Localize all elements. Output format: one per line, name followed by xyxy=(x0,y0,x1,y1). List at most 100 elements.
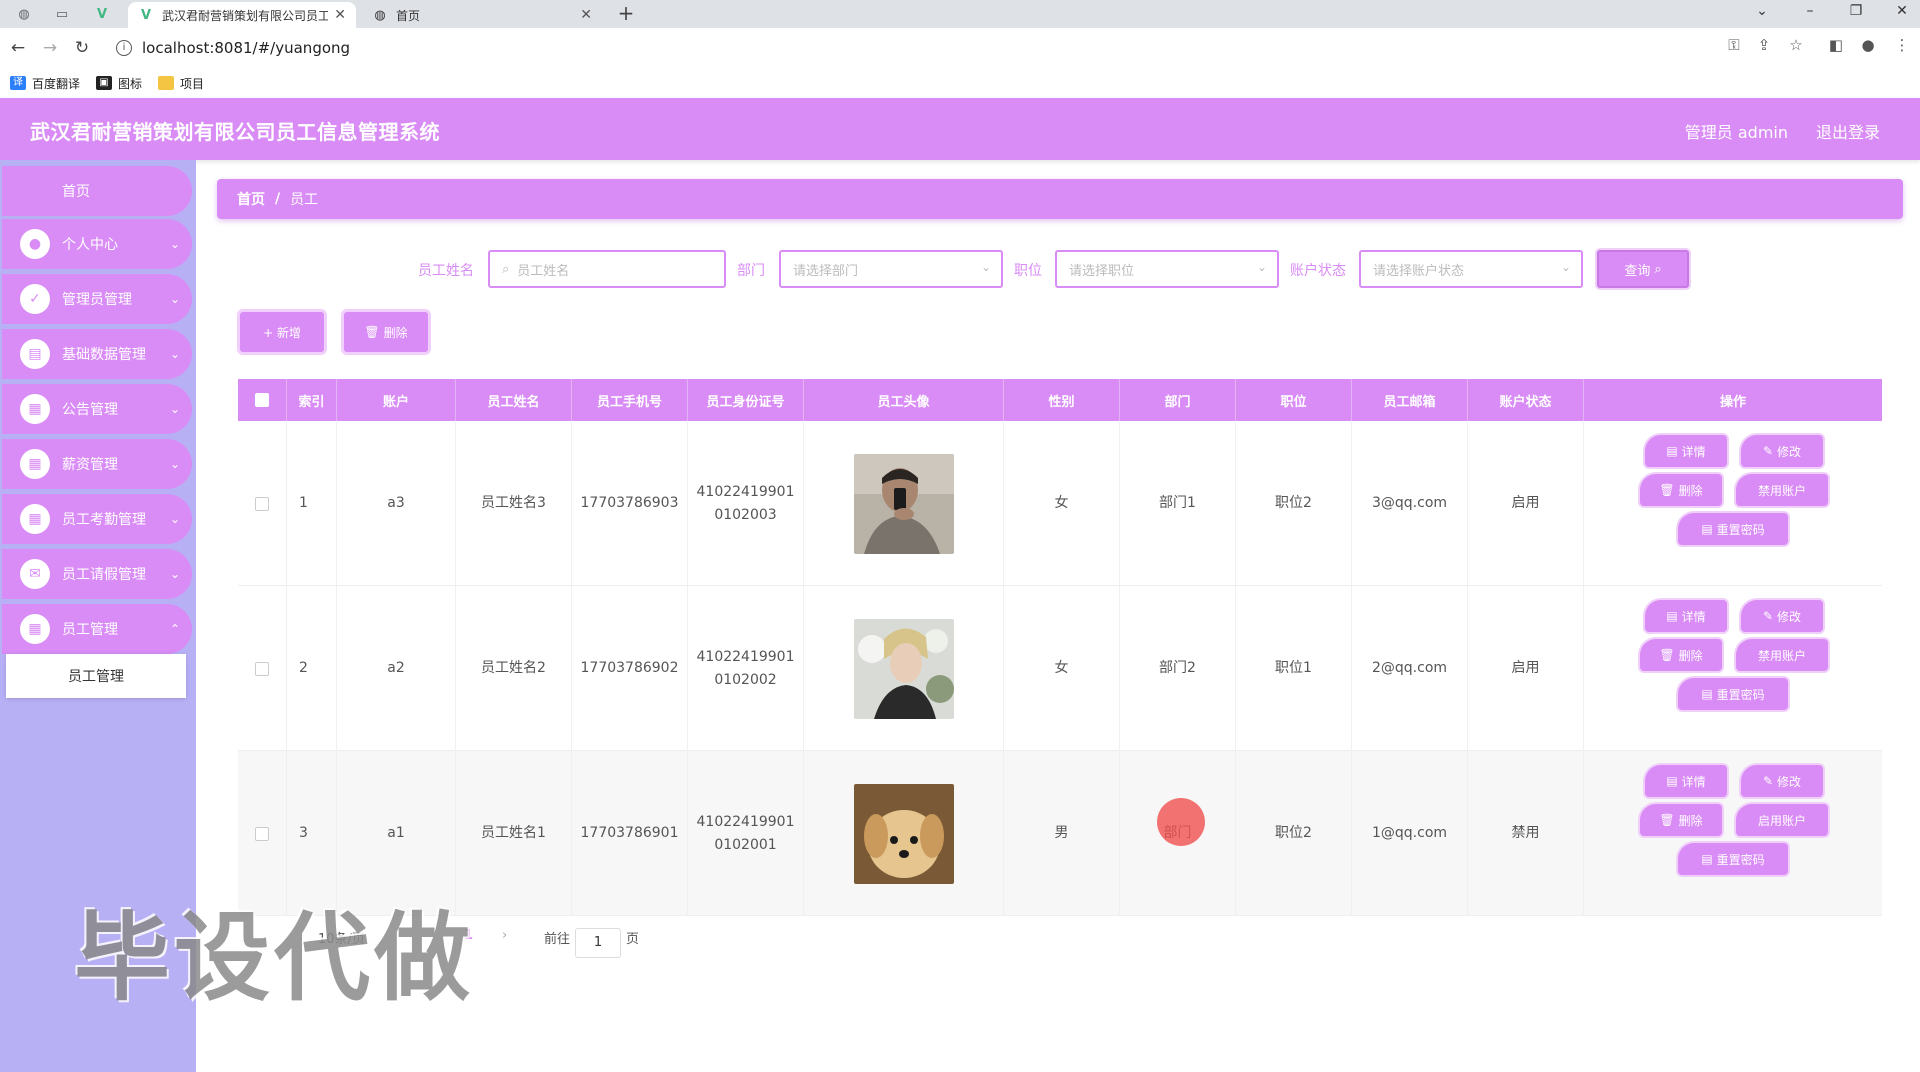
reset-password-button[interactable]: ▤ 重置密码 xyxy=(1678,678,1788,710)
trash-icon: 🗑 xyxy=(364,325,380,339)
sidebar-item-salary[interactable]: ▦ 薪资管理 ⌄ xyxy=(2,439,192,489)
goto-label: 前往 xyxy=(544,932,571,947)
new-tab-button[interactable]: + xyxy=(614,2,638,26)
delete-button[interactable]: 🗑 删除 xyxy=(1640,474,1722,506)
delete-button[interactable]: 🗑 删除 xyxy=(1640,639,1722,671)
sidebar-item-employee[interactable]: ▦ 员工管理 ⌃ xyxy=(2,604,192,654)
close-icon[interactable]: ✕ xyxy=(580,7,592,23)
close-icon[interactable]: ✕ xyxy=(334,7,346,23)
grid-icon: ▦ xyxy=(20,394,50,424)
select-all-checkbox[interactable] xyxy=(255,393,269,407)
key-icon[interactable]: ⚿ xyxy=(1722,36,1746,54)
cell-gender: 女 xyxy=(1004,586,1120,751)
cell-dept: 部门2 xyxy=(1120,586,1236,751)
sidebar-item-home[interactable]: 首页 xyxy=(2,166,192,216)
sidebar-subitem-employee[interactable]: 员工管理 xyxy=(6,654,186,698)
folder-icon xyxy=(158,76,175,90)
sidebar-item-leave[interactable]: ✉ 员工请假管理 ⌄ xyxy=(2,549,192,599)
chevron-down-icon: ⌄ xyxy=(169,567,180,581)
star-icon[interactable]: ☆ xyxy=(1784,36,1808,54)
dept-select[interactable]: 请选择部门 ⌄ xyxy=(779,250,1003,288)
row-checkbox[interactable] xyxy=(255,661,269,676)
detail-button[interactable]: ▤ 详情 xyxy=(1645,600,1727,632)
avatar xyxy=(853,783,954,884)
logout-link[interactable]: 退出登录 xyxy=(1816,119,1880,143)
col-index: 索引 xyxy=(287,379,337,421)
cell-dept: 部门1 xyxy=(1120,421,1236,586)
cell-avatar xyxy=(804,586,1004,751)
sidebar-item-attendance[interactable]: ▦ 员工考勤管理 ⌄ xyxy=(2,494,192,544)
url-field[interactable]: i localhost:8081/#/yuangong xyxy=(106,33,1736,63)
pencil-icon: ✎ xyxy=(1762,774,1774,788)
cell-position: 职位1 xyxy=(1236,586,1352,751)
sidepanel-icon[interactable]: ◧ xyxy=(1824,36,1848,54)
edit-button[interactable]: ✎ 修改 xyxy=(1741,435,1823,467)
sidebar-item-notice[interactable]: ▦ 公告管理 ⌄ xyxy=(2,384,192,434)
sidebar-item-basedata[interactable]: ▤ 基础数据管理 ⌄ xyxy=(2,329,192,379)
reload-icon[interactable]: ↻ xyxy=(70,36,94,60)
batch-delete-button[interactable]: 🗑 删除 xyxy=(344,312,428,352)
chevron-down-icon: ⌄ xyxy=(169,292,180,306)
close-window-button[interactable]: ✕ xyxy=(1882,0,1920,24)
sidebar-item-admin[interactable]: ✓ 管理员管理 ⌄ xyxy=(2,274,192,324)
name-search-input[interactable]: ⌕ 员工姓名 xyxy=(488,250,726,288)
row-checkbox[interactable] xyxy=(255,826,269,841)
back-icon[interactable]: ← xyxy=(6,36,30,60)
detail-button[interactable]: ▤ 详情 xyxy=(1645,765,1727,797)
sidebar-item-personal[interactable]: ● 个人中心 ⌄ xyxy=(2,219,192,269)
cell-idcard: 41022419901 0102003 xyxy=(688,421,804,586)
dept-label: 部门 xyxy=(737,263,765,279)
bookmark-baidu-translate[interactable]: 译 百度翻译 xyxy=(10,75,80,92)
app-header: 武汉君耐营销策划有限公司员工信息管理系统 管理员 admin 退出登录 xyxy=(0,98,1920,160)
position-select[interactable]: 请选择职位 ⌄ xyxy=(1055,250,1279,288)
col-status: 账户状态 xyxy=(1468,379,1584,421)
edit-button[interactable]: ✎ 修改 xyxy=(1741,600,1823,632)
forward-icon[interactable]: → xyxy=(38,36,62,60)
vue-logo-icon[interactable]: V xyxy=(90,4,114,24)
browser-tab-bar: ◍ ▭ V V 武汉君耐营销策划有限公司员工信 ✕ ◍ 首页 ✕ + ⌄ – ❐… xyxy=(0,0,1920,28)
chevron-down-icon: ⌄ xyxy=(980,260,991,274)
trash-icon: 🗑 xyxy=(1659,648,1675,662)
toggle-account-button[interactable]: 启用账户 xyxy=(1736,804,1828,836)
grid-icon: ▦ xyxy=(20,614,50,644)
cell-avatar xyxy=(804,751,1004,916)
menu-icon[interactable]: ⋮ xyxy=(1890,36,1914,54)
reset-password-button[interactable]: ▤ 重置密码 xyxy=(1678,843,1788,875)
edit-button[interactable]: ✎ 修改 xyxy=(1741,765,1823,797)
delete-button[interactable]: 🗑 删除 xyxy=(1640,804,1722,836)
document-icon: ▤ xyxy=(1666,609,1678,623)
bookmark-icons[interactable]: ▣ 图标 xyxy=(96,75,142,92)
admin-icon: ✓ xyxy=(20,284,50,314)
profile-icon[interactable]: ● xyxy=(1856,36,1880,54)
chevron-down-icon[interactable]: ⌄ xyxy=(1742,0,1782,24)
share-icon[interactable]: ⇪ xyxy=(1752,36,1776,54)
click-indicator xyxy=(1157,798,1205,846)
pinned-tab-icon[interactable]: ▭ xyxy=(50,4,74,24)
vue-logo-icon: V xyxy=(140,7,152,23)
bookmark-project[interactable]: 项目 xyxy=(158,75,204,92)
add-button[interactable]: + 新增 xyxy=(240,312,324,352)
minimize-button[interactable]: – xyxy=(1790,0,1830,24)
page-jump-input[interactable]: 1 xyxy=(575,928,621,958)
status-select[interactable]: 请选择账户状态 ⌄ xyxy=(1359,250,1583,288)
restore-button[interactable]: ❐ xyxy=(1836,0,1876,24)
cell-status: 启用 xyxy=(1468,586,1584,751)
cell-idcard: 41022419901 0102001 xyxy=(688,751,804,916)
cell-avatar xyxy=(804,421,1004,586)
info-icon[interactable]: i xyxy=(116,40,132,56)
next-page-icon[interactable]: › xyxy=(502,928,507,943)
globe-icon[interactable]: ◍ xyxy=(12,4,36,24)
row-checkbox-cell xyxy=(238,586,287,751)
tab-title: 武汉君耐营销策划有限公司员工信 xyxy=(162,8,329,23)
cell-idcard: 41022419901 0102002 xyxy=(688,586,804,751)
query-button[interactable]: 查询 ⌕ xyxy=(1597,250,1689,288)
toggle-account-button[interactable]: 禁用账户 xyxy=(1736,474,1828,506)
row-checkbox[interactable] xyxy=(255,496,269,511)
tab-home[interactable]: ◍ 首页 ✕ xyxy=(362,2,602,28)
detail-button[interactable]: ▤ 详情 xyxy=(1645,435,1727,467)
toggle-account-button[interactable]: 禁用账户 xyxy=(1736,639,1828,671)
reset-password-button[interactable]: ▤ 重置密码 xyxy=(1678,513,1788,545)
tab-active[interactable]: V 武汉君耐营销策划有限公司员工信 ✕ xyxy=(128,2,356,28)
breadcrumb-home[interactable]: 首页 xyxy=(237,189,265,209)
chevron-down-icon: ⌄ xyxy=(169,457,180,471)
